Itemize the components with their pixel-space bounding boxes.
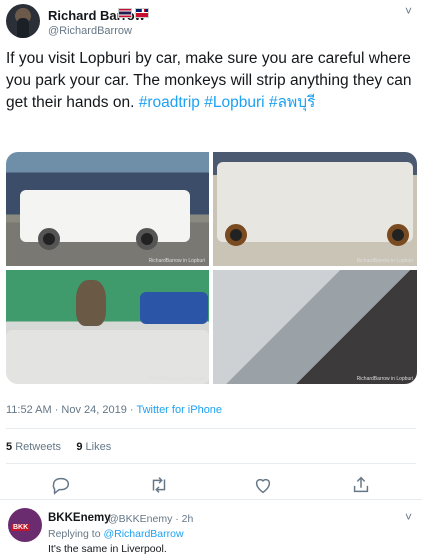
photo-stripped-truck-side[interactable]: RichardBarrow in Lopburi xyxy=(213,152,417,266)
media-grid: RichardBarrow in Lopburi RichardBarrow i… xyxy=(6,152,417,384)
photo-white-pickup[interactable]: RichardBarrow in Lopburi xyxy=(6,152,209,266)
tweet-stats: 5 Retweets 9 Likes xyxy=(6,441,111,453)
uk-flag-icon xyxy=(135,8,149,18)
reply-text: It's the same in Liverpool. xyxy=(48,543,167,555)
timestamp[interactable]: 11:52 AM · Nov 24, 2019 · xyxy=(6,404,136,416)
photo-credit: RichardBarrow in Lopburi xyxy=(148,258,205,264)
photo-credit: RichardBarrow in Lopburi xyxy=(356,258,413,264)
retweet-icon[interactable] xyxy=(148,474,170,496)
tweet-text: If you visit Lopburi by car, make sure y… xyxy=(6,48,418,114)
flag-icons xyxy=(118,8,149,18)
reply-icon[interactable] xyxy=(50,474,72,496)
thailand-flag-icon xyxy=(118,8,132,18)
hashtag-roadtrip[interactable]: #roadtrip xyxy=(139,94,200,111)
likes-stat[interactable]: 9 Likes xyxy=(76,441,111,453)
author-handle[interactable]: @RichardBarrow xyxy=(48,25,132,37)
more-options-icon[interactable]: ˅ xyxy=(405,4,412,18)
hashtag-lopburi-thai[interactable]: #ลพบุรี xyxy=(269,94,316,111)
tweet-source[interactable]: Twitter for iPhone xyxy=(136,404,222,416)
photo-car-roof-closeup[interactable]: RichardBarrow in Lopburi xyxy=(213,270,417,384)
reply-avatar[interactable]: BKK xyxy=(8,508,42,542)
tweet-meta: 11:52 AM · Nov 24, 2019 · Twitter for iP… xyxy=(6,404,222,416)
replying-to: Replying to @RichardBarrow xyxy=(48,528,184,540)
share-icon[interactable] xyxy=(350,474,372,496)
photo-credit: RichardBarrow in Lopburi xyxy=(148,376,205,382)
tweet: Richard Barrow @RichardBarrow ˅ If you v… xyxy=(0,0,422,500)
photo-monkey-on-car[interactable]: RichardBarrow in Lopburi xyxy=(6,270,209,384)
photo-credit: RichardBarrow in Lopburi xyxy=(356,376,413,382)
author-avatar[interactable] xyxy=(6,4,40,38)
reply-author-name[interactable]: BKKEnemy xyxy=(48,512,111,524)
hashtag-lopburi[interactable]: #Lopburi xyxy=(204,94,264,111)
like-icon[interactable] xyxy=(252,474,274,496)
reply-author-handle[interactable]: @BKKEnemy · 2h xyxy=(108,513,193,525)
divider xyxy=(6,428,416,429)
reply-tweet[interactable]: BKK BKKEnemy @BKKEnemy · 2h ˅ Replying t… xyxy=(0,504,422,558)
action-bar xyxy=(0,474,422,496)
retweets-stat[interactable]: 5 Retweets xyxy=(6,441,61,453)
divider xyxy=(6,463,416,464)
replying-to-handle[interactable]: @RichardBarrow xyxy=(103,528,183,540)
reply-more-options-icon[interactable]: ˅ xyxy=(405,510,412,524)
